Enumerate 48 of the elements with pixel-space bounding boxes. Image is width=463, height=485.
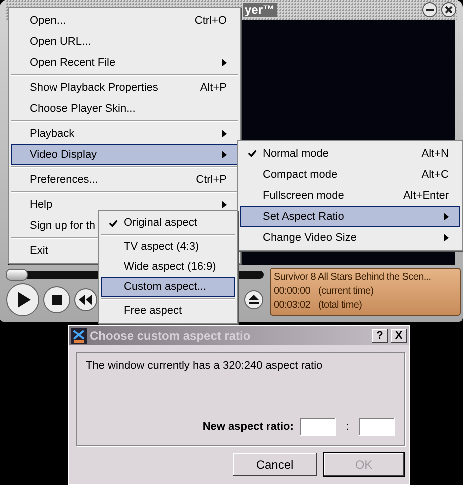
submenu-arrow-icon (222, 200, 227, 208)
close-button[interactable]: X (391, 328, 407, 342)
menu-item[interactable]: Wide aspect (16:9) (101, 257, 235, 277)
menu-item[interactable]: Change Video Size (240, 227, 460, 248)
play-button[interactable] (6, 283, 40, 317)
menu-item[interactable]: Set Aspect Ratio (240, 206, 460, 227)
time-caption: (total time) (318, 299, 362, 313)
menu-item[interactable]: Show Playback Properties Alt+P (11, 77, 238, 98)
menu-item[interactable]: Compact mode Alt+C (240, 164, 460, 185)
time-value: 00:03:02 (274, 299, 311, 313)
menu-item[interactable]: Open Recent File (11, 52, 238, 73)
menu-item[interactable]: Free aspect (101, 301, 235, 321)
submenu-arrow-icon (444, 234, 449, 242)
check-icon (108, 218, 118, 228)
dialog-button[interactable]: Cancel (233, 453, 317, 476)
message-text: The window currently has a 320:240 aspect ratio (86, 360, 324, 372)
menu-item[interactable]: Playback (11, 123, 238, 144)
menu-item[interactable]: Video Display (11, 144, 238, 165)
window-title: yer™ (243, 3, 278, 17)
rewind-button[interactable] (74, 288, 98, 312)
menu-item[interactable]: Fullscreen mode Alt+Enter (240, 185, 460, 206)
time-caption: (current time) (318, 285, 374, 299)
submenu-arrow-icon (222, 130, 227, 138)
menu-item[interactable]: Preferences... Ctrl+P (11, 169, 238, 190)
menu-item[interactable]: Custom aspect... (101, 277, 235, 297)
time-value: 00:00:00 (274, 285, 311, 299)
stop-button[interactable] (43, 286, 71, 314)
menu-item[interactable]: Open URL... (11, 31, 238, 52)
input-field[interactable] (359, 418, 395, 436)
check-icon (248, 149, 256, 158)
menu-item[interactable]: Open... Ctrl+O (11, 10, 238, 31)
app-icon (71, 328, 87, 344)
ratio-separator: : (346, 421, 349, 433)
submenu-arrow-icon (222, 58, 227, 66)
minimize-icon[interactable] (422, 2, 438, 18)
menu-item[interactable]: TV aspect (4:3) (101, 237, 235, 257)
submenu-arrow-icon (222, 150, 227, 158)
menu-item[interactable]: Choose Player Skin... (11, 98, 238, 119)
eject-button[interactable] (244, 290, 264, 310)
seek-thumb[interactable] (6, 269, 28, 281)
menu-item[interactable]: Normal mode Alt+N (240, 143, 460, 164)
media-title: Survivor 8 All Stars Behind the Scen... (274, 271, 432, 285)
field-label: New aspect ratio: (202, 421, 294, 433)
submenu-arrow-icon (444, 212, 449, 220)
close-icon[interactable] (441, 2, 457, 18)
input-field[interactable] (300, 418, 336, 436)
help-button[interactable]: ? (372, 328, 388, 342)
menu-item[interactable]: Original aspect (101, 213, 235, 233)
